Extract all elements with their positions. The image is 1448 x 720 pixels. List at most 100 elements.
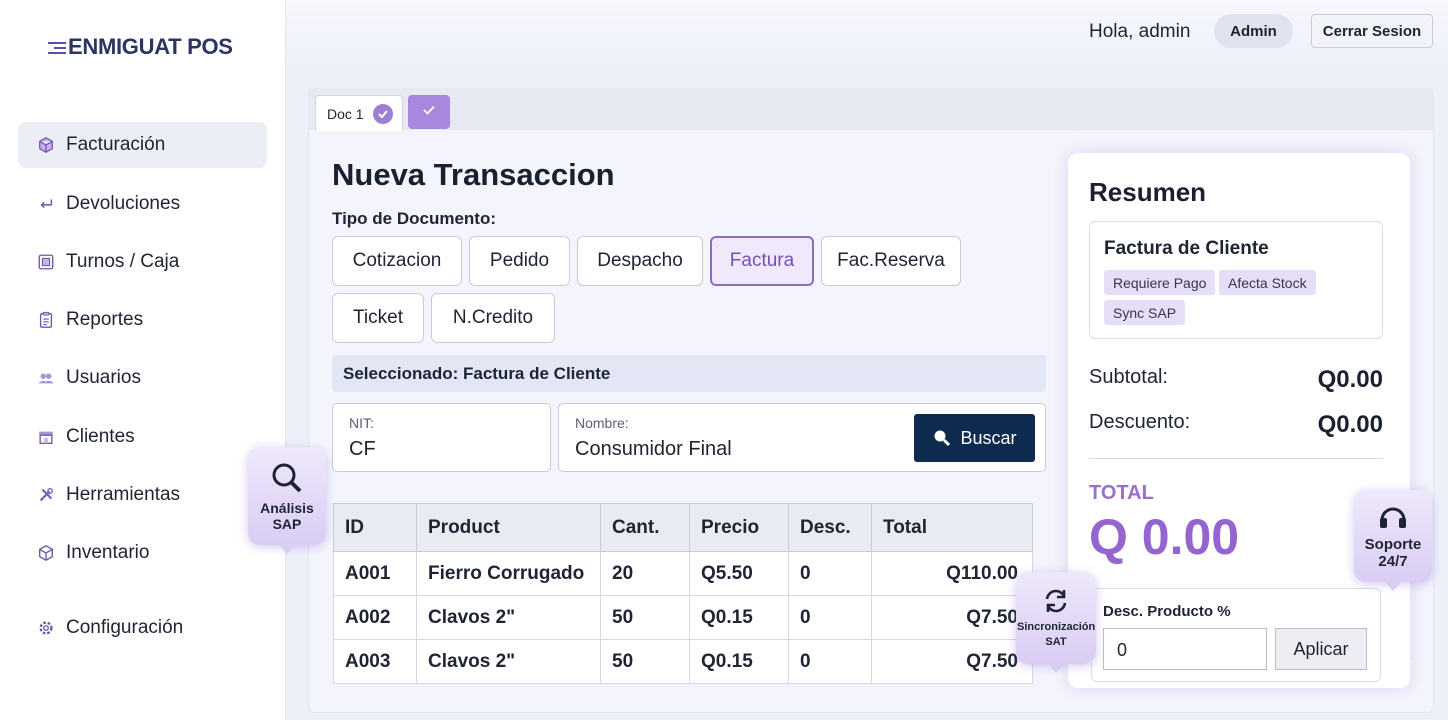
column-header-id[interactable]: ID <box>333 503 417 552</box>
sidebar-item-label: Herramientas <box>66 484 181 505</box>
sync-icon <box>1045 589 1067 613</box>
cell-product: Clavos 2" <box>416 595 601 640</box>
cell-price: Q0.15 <box>689 639 789 684</box>
sidebar-item-herramientas[interactable]: Herramientas <box>18 472 267 518</box>
nit-label: NIT: <box>349 415 374 431</box>
sidebar-item-label: Inventario <box>66 542 150 563</box>
total-label: TOTAL <box>1089 482 1154 504</box>
sparkle-icon <box>1382 646 1414 678</box>
return-arrow-icon <box>36 194 56 214</box>
sidebar-item-label: Usuarios <box>66 367 141 388</box>
cell-total: Q7.50 <box>871 639 1033 684</box>
summary-divider <box>1089 458 1383 459</box>
support-button[interactable]: Soporte 24/7 <box>1354 490 1432 591</box>
tab-doc-1[interactable]: Doc 1 <box>315 95 403 131</box>
cube-icon <box>36 543 56 563</box>
sidebar-item-devoluciones[interactable]: Devoluciones <box>18 181 267 227</box>
support-label: Soporte 24/7 <box>1364 536 1422 570</box>
column-header-product[interactable]: Product <box>416 503 601 552</box>
tab-label: Doc 1 <box>327 105 364 122</box>
doc-info-title: Factura de Cliente <box>1104 238 1269 259</box>
store-icon <box>36 427 56 447</box>
apply-discount-button[interactable]: Aplicar <box>1275 628 1367 670</box>
cell-id: A001 <box>333 551 417 596</box>
sidebar-item-configuracion[interactable]: Configuración <box>18 605 267 651</box>
cell-discount: 0 <box>788 595 872 640</box>
sidebar-item-inventario[interactable]: Inventario <box>18 530 267 576</box>
cell-id: A003 <box>333 639 417 684</box>
cell-product: Fierro Corrugado <box>416 551 601 596</box>
discount-value: Q0.00 <box>1317 411 1383 438</box>
doc-type-label: Tipo de Documento: <box>332 209 497 228</box>
sidebar-item-clientes[interactable]: Clientes <box>18 414 267 460</box>
cell-discount: 0 <box>788 551 872 596</box>
register-icon <box>36 252 56 272</box>
cell-qty: 20 <box>600 551 690 596</box>
doc-type-cotizacion-button[interactable]: Cotizacion <box>332 236 462 286</box>
cell-price: Q5.50 <box>689 551 789 596</box>
search-button[interactable]: Buscar <box>914 414 1035 462</box>
role-badge[interactable]: Admin <box>1214 14 1293 48</box>
cell-id: A002 <box>333 595 417 640</box>
confirm-tab-button[interactable] <box>408 95 450 129</box>
summary-title: Resumen <box>1089 177 1207 207</box>
logo-text: ENMIGUAT POS <box>68 34 233 59</box>
sidebar-item-label: Turnos / Caja <box>66 251 180 272</box>
clipboard-icon <box>36 310 56 330</box>
cell-discount: 0 <box>788 639 872 684</box>
cell-price: Q0.15 <box>689 595 789 640</box>
tag-sync-sap: Sync SAP <box>1104 300 1186 325</box>
subtotal-label: Subtotal: <box>1089 366 1168 388</box>
search-button-label: Buscar <box>960 427 1017 448</box>
sidebar-item-turnos-caja[interactable]: Turnos / Caja <box>18 239 267 285</box>
selected-doc-type: Seleccionado: Factura de Cliente <box>332 355 1046 392</box>
cell-total: Q110.00 <box>871 551 1033 596</box>
analysis-sap-label: Análisis SAP <box>260 500 314 532</box>
tag-requiere-pago: Requiere Pago <box>1104 270 1216 295</box>
cell-qty: 50 <box>600 595 690 640</box>
doc-type-n-credito-button[interactable]: N.Credito <box>431 293 555 343</box>
doc-type-despacho-button[interactable]: Despacho <box>577 236 703 286</box>
column-header-desc[interactable]: Desc. <box>788 503 872 552</box>
checkmark-icon <box>421 102 437 123</box>
total-value: Q 0.00 <box>1089 509 1240 565</box>
sidebar-item-facturacion[interactable]: Facturación <box>18 122 267 168</box>
gear-icon <box>36 618 56 638</box>
nombre-label: Nombre: <box>575 415 629 431</box>
nit-field[interactable]: NIT: CF <box>332 403 551 472</box>
nit-value[interactable]: CF <box>349 438 376 461</box>
column-header-cant[interactable]: Cant. <box>600 503 690 552</box>
sidebar-item-label: Clientes <box>66 426 135 447</box>
app-logo[interactable]: ENMIGUAT POS <box>48 34 233 60</box>
doc-type-ticket-button[interactable]: Ticket <box>332 293 424 343</box>
user-greeting: Hola, admin <box>1089 21 1191 42</box>
sidebar: ENMIGUAT POS Facturación Devoluciones Tu… <box>0 0 286 720</box>
column-header-precio[interactable]: Precio <box>689 503 789 552</box>
items-table: ID Product Cant. Precio Desc. Total A001… <box>333 503 1033 684</box>
column-header-total[interactable]: Total <box>871 503 1033 552</box>
logout-button[interactable]: Cerrar Sesion <box>1311 14 1433 48</box>
sidebar-item-label: Configuración <box>66 617 184 638</box>
magnifier-icon <box>272 463 302 493</box>
doc-type-fac-reserva-button[interactable]: Fac.Reserva <box>821 236 961 286</box>
sidebar-item-label: Facturación <box>66 134 166 155</box>
table-row[interactable]: A001 Fierro Corrugado 20 Q5.50 0 Q110.00 <box>333 551 1033 596</box>
cell-product: Clavos 2" <box>416 639 601 684</box>
product-discount-input[interactable]: 0 <box>1103 628 1267 670</box>
sync-sat-button[interactable]: Sincronización SAT <box>1016 572 1096 673</box>
nombre-value[interactable]: Consumidor Final <box>575 438 732 461</box>
sidebar-item-reportes[interactable]: Reportes <box>18 297 267 343</box>
search-icon <box>934 430 951 447</box>
doc-type-pedido-button[interactable]: Pedido <box>469 236 570 286</box>
table-row[interactable]: A003 Clavos 2" 50 Q0.15 0 Q7.50 <box>333 639 1033 684</box>
logo-mark-icon <box>48 39 66 57</box>
table-row[interactable]: A002 Clavos 2" 50 Q0.15 0 Q7.50 <box>333 595 1033 640</box>
tag-afecta-stock: Afecta Stock <box>1219 270 1316 295</box>
page-title: Nueva Transaccion <box>332 157 615 192</box>
subtotal-value: Q0.00 <box>1317 366 1383 393</box>
sidebar-item-usuarios[interactable]: Usuarios <box>18 355 267 401</box>
box-icon <box>36 135 56 155</box>
doc-type-factura-button[interactable]: Factura <box>710 236 814 286</box>
analysis-sap-button[interactable]: Análisis SAP <box>248 447 326 554</box>
table-header-row: ID Product Cant. Precio Desc. Total <box>333 503 1033 552</box>
